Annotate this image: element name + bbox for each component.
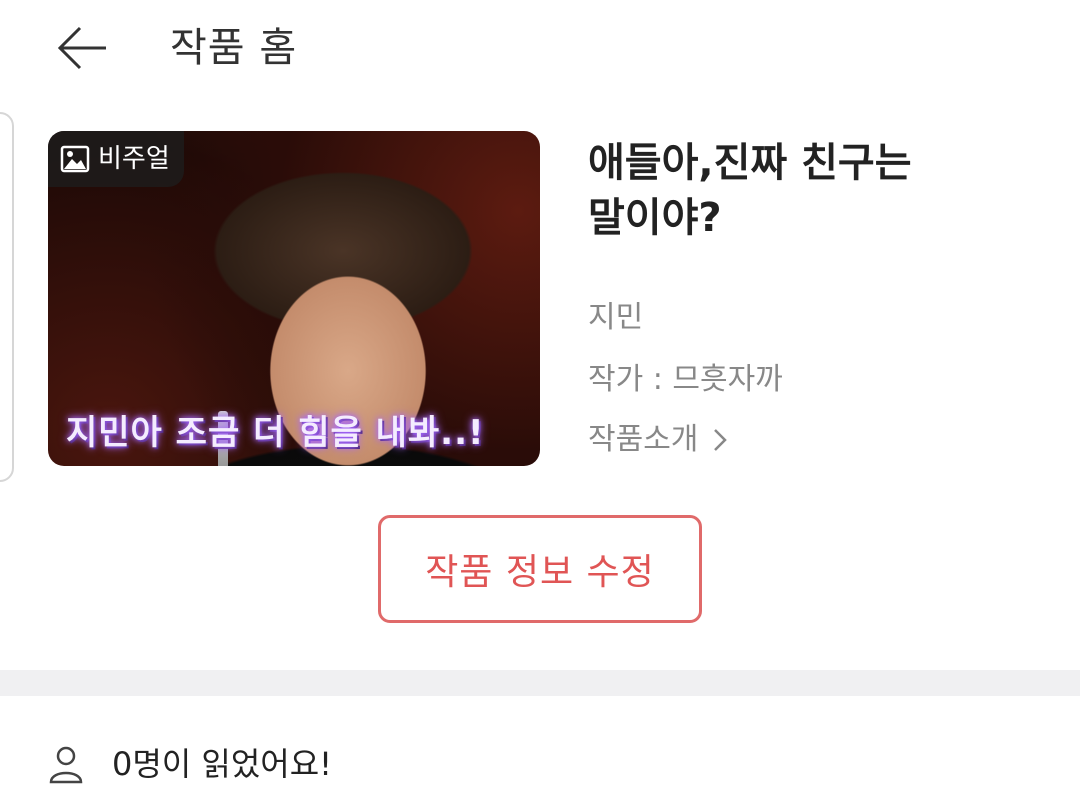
cover-caption: 지민아 조금 더 힘을 내봐..! [66,413,485,453]
work-info: 애들아,진짜 친구는 말이야? [588,136,1048,246]
section-divider [0,670,1080,696]
chevron-right-icon [714,429,728,451]
work-intro-link[interactable]: 작품소개 [588,420,728,460]
character-name: 지민 [588,300,644,335]
previous-card-edge[interactable] [0,112,14,482]
edit-work-info-button[interactable]: 작품 정보 수정 [378,515,702,623]
work-title: 애들아,진짜 친구는 말이야? [588,140,912,241]
author-line: 작가 : 므흣자까 [588,362,783,397]
work-intro-label: 작품소개 [588,422,699,457]
arrow-left-icon [57,26,106,70]
visual-badge: 비주얼 [48,131,184,187]
work-home-page: 작품 홈 비주얼 지민아 조금 더 힘을 내봐..! 애들아,진짜 친구는 말이… [0,0,1080,810]
back-button[interactable] [50,20,114,76]
person-icon [49,746,83,784]
cover-image[interactable]: 비주얼 지민아 조금 더 힘을 내봐..! [48,131,540,466]
page-title: 작품 홈 [170,25,298,71]
image-icon [60,145,90,173]
visual-badge-label: 비주얼 [98,144,170,174]
read-count-text: 0명이 읽었어요! [112,745,332,783]
read-count-row: 0명이 읽었어요! [48,736,332,792]
top-bar: 작품 홈 [0,0,1080,100]
